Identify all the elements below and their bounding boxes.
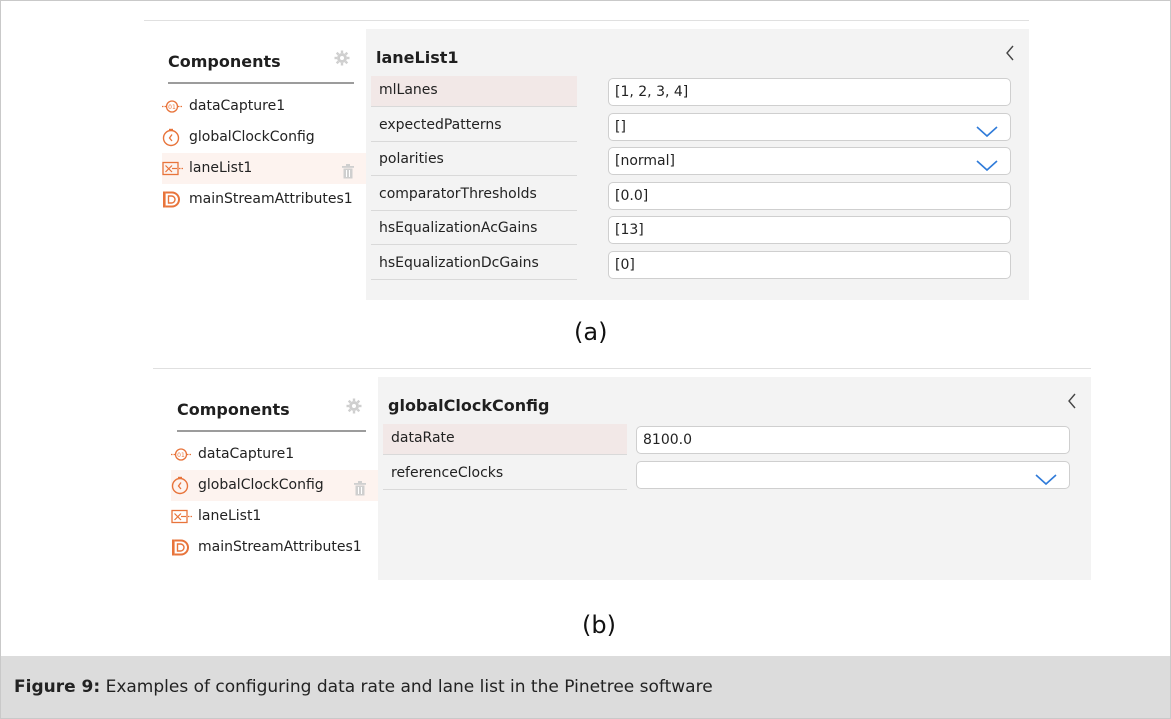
component-item-datacapture[interactable]: 01 dataCapture1 <box>171 439 378 470</box>
main-stream-icon <box>162 190 184 209</box>
gear-icon[interactable] <box>346 398 362 414</box>
component-label: globalClockConfig <box>198 477 324 493</box>
chevron-down-icon <box>976 155 998 172</box>
trash-icon[interactable] <box>342 160 354 179</box>
property-row-hsequalizationdcgains: hsEqualizationDcGains [0] <box>371 248 1011 283</box>
component-label: globalClockConfig <box>189 129 315 145</box>
chevron-left-icon[interactable] <box>1065 391 1079 411</box>
hsequalizationdcgains-field[interactable]: [0] <box>608 250 1011 279</box>
components-header: Components <box>168 44 354 84</box>
lane-list-icon <box>171 507 193 526</box>
property-label: hsEqualizationAcGains <box>371 214 577 245</box>
components-title: Components <box>177 400 290 419</box>
component-item-globalclockconfig[interactable]: globalClockConfig <box>162 122 366 153</box>
components-list: 01 dataCapture1 globalClockConfig laneLi… <box>171 439 378 563</box>
property-label: referenceClocks <box>383 459 627 490</box>
property-row-comparatorthresholds: comparatorThresholds [0.0] <box>371 179 1011 214</box>
property-label: mlLanes <box>371 76 577 107</box>
properties-title: globalClockConfig <box>388 396 550 415</box>
property-label: polarities <box>371 145 577 176</box>
component-item-lanelist[interactable]: laneList1 <box>171 501 378 532</box>
expectedpatterns-dropdown[interactable]: [] <box>608 112 1011 141</box>
property-label: expectedPatterns <box>371 111 577 142</box>
component-label: mainStreamAttributes1 <box>189 191 353 207</box>
properties-title: laneList1 <box>376 48 459 67</box>
property-row-mllanes: mlLanes [1, 2, 3, 4] <box>371 75 1011 110</box>
subfigure-caption-a: (a) <box>574 318 608 346</box>
component-item-globalclockconfig[interactable]: globalClockConfig <box>171 470 378 501</box>
properties-table: mlLanes [1, 2, 3, 4] expectedPatterns []… <box>371 75 1011 282</box>
comparatorthresholds-field[interactable]: [0.0] <box>608 181 1011 210</box>
components-sidebar: Components 01 dataCapture1 globalClockCo… <box>153 29 366 300</box>
properties-panel: laneList1 mlLanes [1, 2, 3, 4] expectedP… <box>366 29 1029 300</box>
component-item-datacapture[interactable]: 01 dataCapture1 <box>162 91 366 122</box>
property-row-referenceclocks: referenceClocks <box>383 458 1070 493</box>
component-item-mainstreamattributes[interactable]: mainStreamAttributes1 <box>162 184 366 215</box>
polarities-dropdown[interactable]: [normal] <box>608 147 1011 175</box>
datarate-field[interactable]: 8100.0 <box>636 426 1070 454</box>
components-header: Components <box>177 392 366 432</box>
chevron-down-icon <box>1035 469 1057 485</box>
property-row-polarities: polarities [normal] <box>371 144 1011 179</box>
component-label: dataCapture1 <box>198 446 295 462</box>
property-row-expectedpatterns: expectedPatterns [] <box>371 110 1011 145</box>
data-capture-icon: 01 <box>171 445 193 464</box>
component-label: laneList1 <box>198 508 262 524</box>
data-capture-icon: 01 <box>162 97 184 116</box>
property-label: dataRate <box>383 424 627 455</box>
component-label: dataCapture1 <box>189 98 286 114</box>
referenceclocks-dropdown[interactable] <box>636 460 1070 489</box>
component-item-lanelist[interactable]: laneList1 <box>162 153 366 184</box>
components-sidebar: Components 01 dataCapture1 globalClockCo… <box>162 377 378 580</box>
panel-a: Components 01 dataCapture1 globalClockCo… <box>144 20 1029 300</box>
properties-table: dataRate 8100.0 referenceClocks <box>383 423 1070 492</box>
component-label: mainStreamAttributes1 <box>198 539 362 555</box>
components-title: Components <box>168 52 281 71</box>
main-stream-icon <box>171 538 193 557</box>
component-item-mainstreamattributes[interactable]: mainStreamAttributes1 <box>171 532 378 563</box>
lane-list-icon <box>162 159 184 178</box>
property-row-datarate: dataRate 8100.0 <box>383 423 1070 458</box>
components-list: 01 dataCapture1 globalClockConfig laneLi… <box>162 91 366 215</box>
chevron-left-icon[interactable] <box>1003 43 1017 63</box>
svg-text:01: 01 <box>168 104 176 111</box>
figure-caption-label: Figure 9: <box>14 677 101 697</box>
hsequalizationacgains-field[interactable]: [13] <box>608 216 1011 244</box>
component-label: laneList1 <box>189 160 253 176</box>
chevron-down-icon <box>976 121 998 137</box>
trash-icon[interactable] <box>354 477 366 496</box>
mllanes-field[interactable]: [1, 2, 3, 4] <box>608 78 1011 106</box>
properties-panel: globalClockConfig dataRate 8100.0 refere… <box>378 377 1091 580</box>
subfigure-caption-b: (b) <box>582 611 616 639</box>
gear-icon[interactable] <box>334 50 350 66</box>
property-row-hsequalizationacgains: hsEqualizationAcGains [13] <box>371 213 1011 248</box>
figure-caption-text: Examples of configuring data rate and la… <box>100 677 713 697</box>
clock-icon <box>171 476 193 495</box>
figure-caption: Figure 9: Examples of configuring data r… <box>1 656 1170 718</box>
property-label: hsEqualizationDcGains <box>371 249 577 280</box>
property-label: comparatorThresholds <box>371 180 577 211</box>
panel-b: Components 01 dataCapture1 globalClockCo… <box>153 368 1091 580</box>
svg-text:01: 01 <box>177 452 185 459</box>
clock-icon <box>162 128 184 147</box>
